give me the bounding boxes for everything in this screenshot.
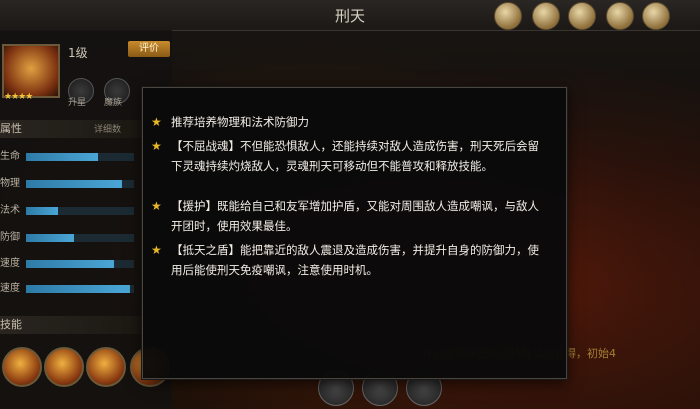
star-up-label: 升星 [68, 98, 87, 108]
stat-label: 速度 [0, 258, 20, 269]
stat-bar [26, 260, 134, 268]
stat-bar [26, 153, 134, 161]
book-icon[interactable] [606, 2, 634, 30]
stat-bar-fill [26, 234, 74, 242]
stat-bar-fill [26, 285, 130, 293]
tip-text: 【抵天之盾】能把靠近的敌人震退及造成伤害，并提升自身的防御力，使用后能使刑天免疫… [171, 243, 539, 277]
skill-3-icon[interactable] [86, 347, 126, 387]
tip-item: ★ 推荐培养物理和法术防御力 [151, 112, 546, 132]
attributes-title: 属性 [0, 122, 22, 135]
stat-label: 防御 [0, 232, 20, 243]
tip-item: ★ 【援护】既能给自己和友军增加护盾，又能对周围敌人造成嘲讽，与敌人开团时，使用… [151, 196, 546, 236]
stat-bar [26, 234, 134, 242]
race-label: 魔族 [104, 98, 123, 108]
star-icon: ★ [151, 243, 162, 257]
stat-bar-fill [26, 153, 98, 161]
skill-2-icon[interactable] [44, 347, 84, 387]
stat-bar-fill [26, 180, 122, 188]
hero-stars: ★★★★ [4, 92, 33, 102]
hero-portrait[interactable] [2, 44, 60, 98]
tip-text: 【援护】既能给自己和友军增加护盾，又能对周围敌人造成嘲讽，与敌人开团时，使用效果… [171, 199, 539, 233]
chest-icon[interactable] [642, 2, 670, 30]
tip-text: 推荐培养物理和法术防御力 [171, 115, 309, 129]
tip-item: ★ 【不屈战魂】不但能恐惧敌人，还能持续对敌人造成伤害，刑天死后会留下灵魂持续灼… [151, 136, 546, 176]
coin-icon[interactable] [568, 2, 596, 30]
compass-icon[interactable] [494, 2, 522, 30]
stat-bar [26, 207, 134, 215]
evaluate-button[interactable]: 评价 [128, 41, 170, 57]
scroll-icon[interactable] [532, 2, 560, 30]
stat-label: 速度 [0, 283, 20, 294]
hero-tips-popup[interactable]: ★ 推荐培养物理和法术防御力 ★ 【不屈战魂】不但能恐惧敌人，还能持续对敌人造成… [142, 87, 567, 379]
star-icon: ★ [151, 115, 162, 129]
stat-bar [26, 180, 134, 188]
tip-text: 【不屈战魂】不但能恐惧敌人，还能持续对敌人造成伤害，刑天死后会留下灵魂持续灼烧敌… [171, 139, 539, 173]
stat-label: 生命 [0, 151, 20, 162]
stat-bar [26, 285, 134, 293]
star-icon: ★ [151, 139, 162, 153]
stat-label: 法术 [0, 205, 20, 216]
star-icon: ★ [151, 199, 162, 213]
top-bar: 刑天 [0, 0, 700, 31]
hero-level: 1级 [68, 46, 88, 60]
tip-item: ★ 【抵天之盾】能把靠近的敌人震退及造成伤害，并提升自身的防御力，使用后能使刑天… [151, 240, 546, 280]
stat-bar-fill [26, 207, 58, 215]
skill-1-icon[interactable] [2, 347, 42, 387]
details-button[interactable]: 详细数 [94, 122, 140, 135]
stat-label: 物理 [0, 178, 20, 189]
skills-title: 技能 [0, 318, 22, 331]
stat-bar-fill [26, 260, 114, 268]
